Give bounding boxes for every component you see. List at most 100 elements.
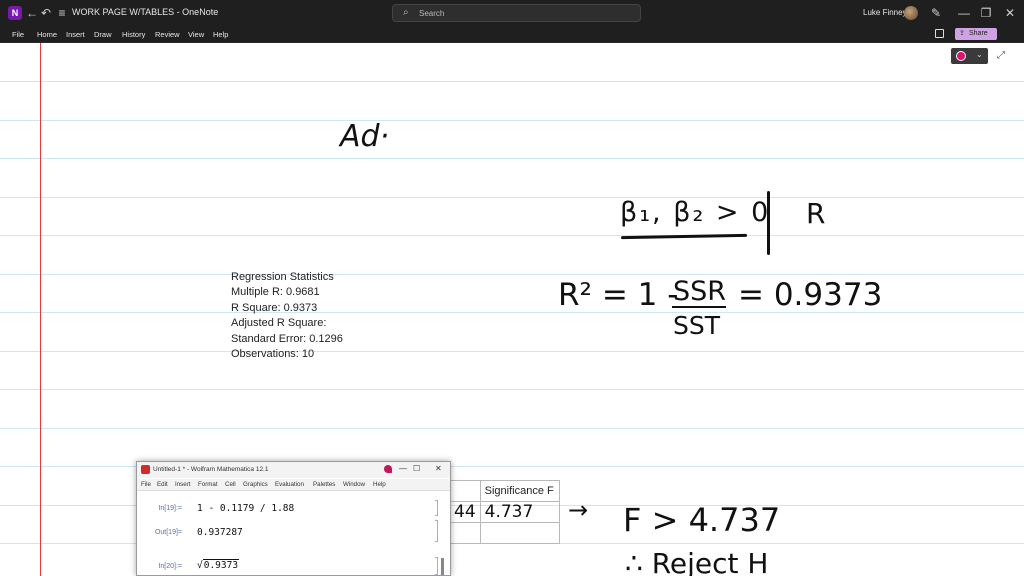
menu-insert[interactable]: Insert: [66, 30, 85, 39]
ruled-line: [0, 274, 1024, 275]
stats-adjusted-r-square: Adjusted R Square:: [231, 317, 327, 330]
regression-statistics: Regression Statistics Multiple R: 0.9681…: [231, 270, 343, 362]
mma-menu-graphics[interactable]: Graphics: [243, 481, 268, 488]
mathematica-logo-icon: [141, 465, 150, 474]
mma-menu-file[interactable]: File: [141, 481, 151, 488]
mathematica-window-title: Untitled-1 * - Wolfram Mathematica 12.1: [153, 466, 269, 473]
ink-f-critical: F > 4.737: [623, 501, 781, 539]
table-header-significance-f: Significance F: [479, 480, 560, 502]
minimize-icon[interactable]: —: [956, 5, 972, 21]
mathematica-title-bar[interactable]: Untitled-1 * - Wolfram Mathematica 12.1 …: [137, 462, 450, 478]
table-cell: [449, 522, 481, 544]
mma-menu-format[interactable]: Format: [198, 481, 218, 488]
scrollbar[interactable]: [441, 558, 444, 575]
ink-arrow: →: [568, 496, 589, 524]
menu-review[interactable]: Review: [155, 30, 180, 39]
avatar[interactable]: [904, 6, 918, 20]
user-name[interactable]: Luke Finney: [863, 8, 907, 17]
mma-menu-cell[interactable]: Cell: [225, 481, 236, 488]
mma-menu-window[interactable]: Window: [343, 481, 365, 488]
onenote-logo-icon: N: [8, 6, 22, 20]
sqrt-symbol: √: [197, 560, 203, 571]
share-label: Share: [969, 30, 988, 37]
undo-icon[interactable]: ↶: [38, 5, 54, 21]
maximize-icon[interactable]: ❐: [978, 5, 994, 21]
stats-heading: Regression Statistics: [231, 271, 334, 283]
mma-menu-evaluation[interactable]: Evaluation: [275, 481, 304, 488]
cell-bracket[interactable]: [435, 557, 438, 575]
ink-r-squared-value: = 0.9373: [738, 277, 883, 313]
ink-r: R: [806, 197, 826, 230]
ruled-line: [0, 235, 1024, 236]
close-icon[interactable]: ✕: [435, 464, 442, 473]
stats-observations: Observations: 10: [231, 348, 315, 361]
share-button[interactable]: ⇪ Share: [955, 28, 997, 40]
ink-reject-h: ∴ Reject H: [625, 547, 769, 576]
mathematica-window[interactable]: Untitled-1 * - Wolfram Mathematica 12.1 …: [136, 461, 451, 576]
ink-vertical-bar: [767, 191, 770, 255]
margin-line: [40, 43, 41, 576]
ink-beta-condition: β₁, β₂ > 0: [620, 197, 771, 228]
cell-label-in19: In[19]:=: [158, 505, 182, 512]
cell-label-out19: Out[19]=: [154, 529, 182, 536]
chevron-down-icon: ⌄: [976, 50, 983, 59]
menu-help[interactable]: Help: [213, 30, 228, 39]
menu-file[interactable]: File: [12, 30, 24, 39]
ruled-line: [0, 428, 1024, 429]
search-icon: ⌕: [403, 7, 409, 18]
search-placeholder: Search: [419, 9, 445, 18]
pen-selector[interactable]: ⌄: [951, 48, 988, 64]
title-bar: N ← ↶ ≡ WORK PAGE W/TABLES - OneNote ⌕ S…: [0, 0, 1024, 26]
close-icon[interactable]: ✕: [1002, 5, 1018, 21]
table-row: Significance F: [449, 480, 560, 502]
ruled-line: [0, 389, 1024, 390]
notebook-icon[interactable]: [935, 29, 944, 38]
cell-bracket[interactable]: [435, 520, 438, 542]
mathematica-menu-bar: File Edit Insert Format Cell Graphics Ev…: [137, 479, 450, 491]
menu-history[interactable]: History: [122, 30, 145, 39]
document-title: WORK PAGE W/TABLES - OneNote: [72, 7, 219, 17]
mma-menu-help[interactable]: Help: [373, 481, 386, 488]
table-cell: [449, 480, 481, 502]
menu-view[interactable]: View: [188, 30, 204, 39]
table-cell-significance-f: 4.737: [479, 501, 560, 523]
ruled-line: [0, 158, 1024, 159]
mma-menu-palettes[interactable]: Palettes: [313, 481, 335, 488]
ink-fraction-bar: [672, 306, 726, 308]
stats-r-square: R Square: 0.9373: [231, 301, 318, 314]
stats-multiple-r: Multiple R: 0.9681: [231, 286, 320, 299]
ruled-line: [0, 81, 1024, 82]
table-row: [449, 522, 560, 544]
ink-sst: SST: [673, 311, 721, 340]
expand-icon[interactable]: ⤢: [997, 50, 1005, 61]
share-icon: ⇪: [959, 30, 965, 37]
pen-color-icon: [956, 51, 966, 61]
ruled-line: [0, 197, 1024, 198]
cell-input-in20[interactable]: √0.9373: [197, 559, 240, 571]
menu-draw[interactable]: Draw: [94, 30, 112, 39]
stats-standard-error: Standard Error: 0.1296: [231, 332, 343, 345]
cell-bracket[interactable]: [435, 500, 438, 516]
customize-icon[interactable]: ≡: [54, 5, 70, 21]
mma-menu-edit[interactable]: Edit: [157, 481, 168, 488]
table-row: 44 4.737: [449, 501, 560, 523]
pen-icon[interactable]: ✎: [928, 5, 944, 21]
cell-label-in20: In[20]:=: [158, 563, 182, 570]
ink-ad: Ad·: [340, 119, 390, 154]
cell-output-out19[interactable]: 0.937287: [197, 527, 243, 538]
menu-bar: File Home Insert Draw History Review Vie…: [0, 26, 1024, 43]
table-cell: [479, 522, 560, 544]
maximize-icon[interactable]: ☐: [413, 464, 420, 473]
cell-input-in19[interactable]: 1 - 0.1179 / 1.88: [197, 503, 294, 514]
search-input[interactable]: ⌕ Search: [392, 4, 641, 22]
ink-r-squared-formula: R² = 1 -: [558, 277, 679, 313]
table-cell: 44: [449, 501, 481, 523]
sqrt-radicand: 0.9373: [202, 559, 240, 571]
minimize-icon[interactable]: —: [399, 464, 407, 473]
record-icon[interactable]: [384, 465, 392, 473]
ruled-line: [0, 351, 1024, 352]
anova-table-fragment: Significance F 44 4.737: [449, 480, 560, 544]
menu-home[interactable]: Home: [37, 30, 57, 39]
ink-ssr: SSR: [673, 276, 727, 307]
mma-menu-insert[interactable]: Insert: [175, 481, 190, 488]
